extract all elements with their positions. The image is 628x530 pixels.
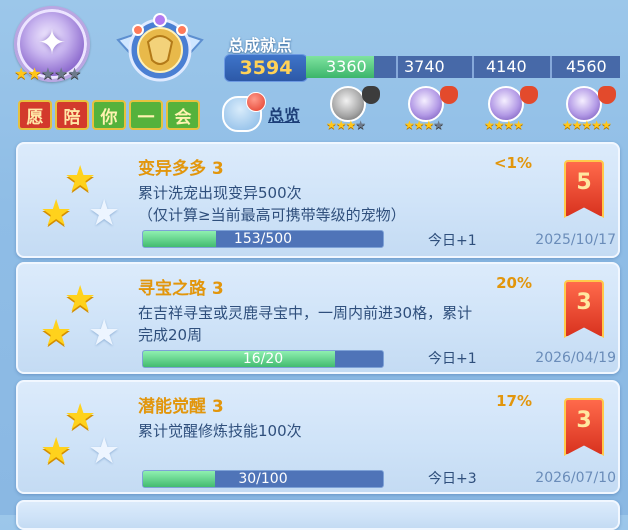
reward-count: 3 [576, 408, 592, 433]
player-name: 愿 陪 你 一 会 [18, 100, 200, 130]
milestone-divider [396, 56, 398, 78]
rank-badge-icon[interactable] [112, 10, 208, 90]
description-line: 完成20周 [138, 326, 203, 344]
star-icon: ★ [54, 64, 68, 83]
achievement-title: 寻宝之路 3 [138, 279, 224, 299]
medal-icon [488, 86, 524, 122]
achievement-progress-bar: 30/100 [142, 470, 384, 488]
star-icon: ★ [40, 431, 73, 472]
milestone-value: 3360 [326, 57, 367, 76]
milestone-reward[interactable]: ★★★★★ [562, 84, 622, 134]
name-char: 愿 [18, 100, 52, 130]
star-icon: ★ [88, 193, 121, 234]
reward-ribbon[interactable]: 5 [564, 160, 604, 218]
reward-count: 5 [576, 170, 592, 195]
star-icon: ★ [88, 313, 121, 354]
reward-stars: ★★★★★ [562, 118, 612, 132]
reward-stars: ★★★★ [484, 118, 524, 132]
description-line: 累计洗宠出现变异500次 [138, 184, 302, 202]
milestone-reward[interactable]: ★★★★ [484, 84, 544, 134]
achievement-date: 2026/04/19 [535, 350, 616, 366]
achievement-percent: 20% [496, 274, 532, 292]
reward-ribbon[interactable]: 3 [564, 280, 604, 338]
description-line: （仅计算≥当前最高可携带等级的宠物） [138, 206, 406, 224]
total-points-value: 3594 [224, 54, 308, 82]
pouch-icon [440, 86, 458, 104]
achievement-description: 在吉祥寻宝或灵鹿寻宝中，一周内前进30格，累计 完成20周 [138, 302, 548, 346]
star-icon: ★ [14, 64, 28, 83]
achievement-stars: ★ ★ ★ [38, 162, 130, 242]
player-star-rating: ★★★★★ [14, 64, 82, 83]
milestone-divider [472, 56, 474, 78]
today-increment: 今日+1 [428, 233, 477, 249]
medal-icon [566, 86, 602, 122]
milestone-divider [550, 56, 552, 78]
progress-text: 153/500 [233, 231, 293, 247]
achievement-date: 2025/10/17 [535, 232, 616, 248]
medal-icon [408, 86, 444, 122]
star-icon: ★ [40, 313, 73, 354]
reward-stars: ★★★★ [404, 118, 444, 132]
total-points-label: 总成就点 [228, 36, 293, 55]
star-icon: ★ [27, 64, 41, 83]
overview-button[interactable]: 总览 [222, 92, 301, 132]
progress-text: 16/20 [242, 351, 284, 367]
overview-label: 总览 [268, 106, 301, 125]
achievement-title: 潜能觉醒 3 [138, 397, 224, 417]
today-increment: 今日+3 [428, 471, 477, 487]
achievement-progress-bar: 153/500 [142, 230, 384, 248]
reward-ribbon[interactable]: 3 [564, 398, 604, 456]
star-icon: ★ [67, 64, 81, 83]
progress-text: 30/100 [238, 471, 288, 487]
achievement-description: 累计洗宠出现变异500次 （仅计算≥当前最高可携带等级的宠物） [138, 182, 548, 226]
achievement-percent: 17% [496, 392, 532, 410]
dragon-icon: ✦ [37, 23, 67, 63]
milestone-value: 4560 [566, 57, 607, 76]
achievement-card-partial[interactable] [16, 500, 620, 530]
achievement-percent: <1% [493, 154, 532, 172]
achievement-description: 累计觉醒修炼技能100次 [138, 420, 548, 442]
name-char: 你 [92, 100, 126, 130]
achievement-card[interactable]: ★ ★ ★ 潜能觉醒 3 17% 累计觉醒修炼技能100次 30/100 今日+… [16, 380, 620, 494]
star-icon: ★ [40, 64, 55, 83]
medal-icon [330, 86, 366, 122]
today-increment: 今日+1 [428, 351, 477, 367]
description-line: 在吉祥寻宝或灵鹿寻宝中，一周内前进30格，累计 [138, 304, 473, 322]
description-line: 累计觉醒修炼技能100次 [138, 422, 302, 440]
bag-icon [222, 92, 266, 132]
pouch-icon [520, 86, 538, 104]
reward-stars: ★★★★ [326, 118, 366, 132]
star-icon: ★ [40, 193, 73, 234]
achievement-stars: ★ ★ ★ [38, 400, 130, 480]
achievement-card[interactable]: ★ ★ ★ 变异多多 3 <1% 累计洗宠出现变异500次 （仅计算≥当前最高可… [16, 142, 620, 258]
achievement-progress-bar: 16/20 [142, 350, 384, 368]
achievement-date: 2026/07/10 [535, 470, 616, 486]
name-char: 一 [129, 100, 163, 130]
star-icon: ★ [88, 431, 121, 472]
milestone-value: 3740 [404, 57, 445, 76]
milestone-reward[interactable]: ★★★★ [326, 84, 386, 134]
notification-dot [246, 92, 266, 112]
name-char: 会 [166, 100, 200, 130]
name-char: 陪 [55, 100, 89, 130]
reward-count: 3 [576, 290, 592, 315]
achievement-title: 变异多多 3 [138, 159, 224, 179]
achievement-card[interactable]: ★ ★ ★ 寻宝之路 3 20% 在吉祥寻宝或灵鹿寻宝中，一周内前进30格，累计… [16, 262, 620, 374]
pouch-icon [362, 86, 380, 104]
milestone-value: 4140 [486, 57, 527, 76]
pouch-icon [598, 86, 616, 104]
achievement-stars: ★ ★ ★ [38, 282, 130, 362]
milestone-reward[interactable]: ★★★★ [404, 84, 464, 134]
